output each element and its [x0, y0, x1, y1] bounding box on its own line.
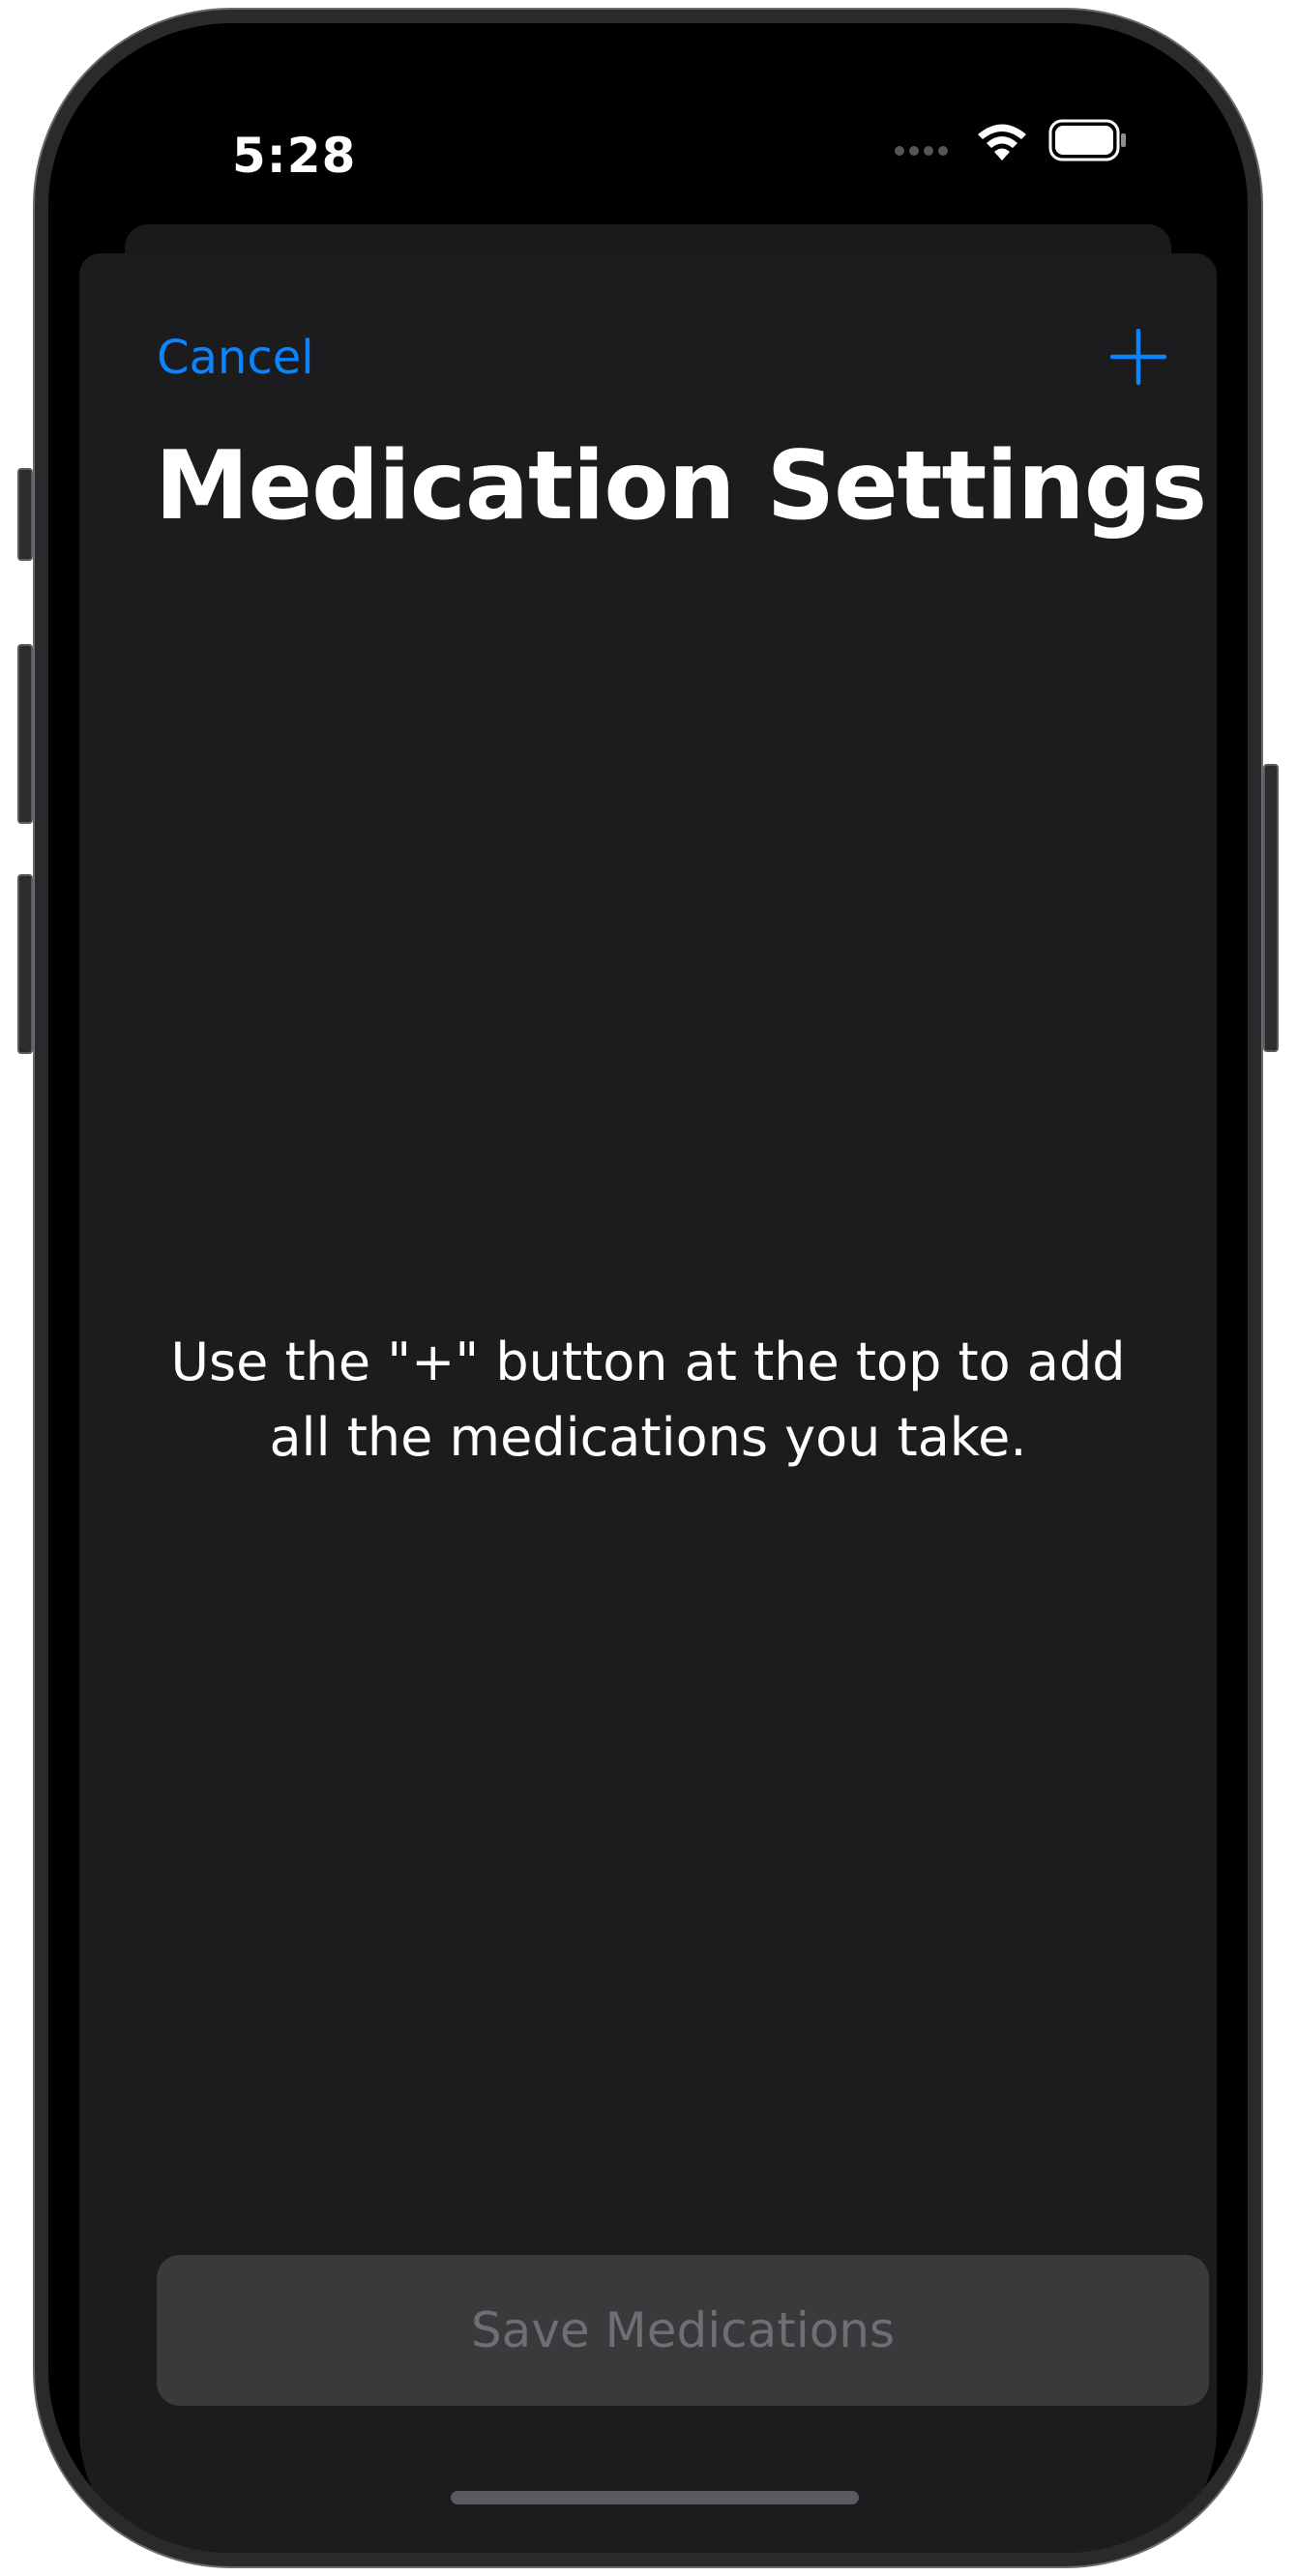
- wifi-icon: [978, 124, 1026, 161]
- cellular-signal-icon: [895, 146, 948, 156]
- battery-icon: [1048, 119, 1126, 161]
- page-title: Medication Settings: [155, 431, 1207, 542]
- device-screen: 5:28 Cancel Medication Settings Use the …: [48, 23, 1248, 2553]
- plus-icon[interactable]: [1110, 329, 1166, 385]
- status-time: 5:28: [232, 128, 357, 184]
- empty-state-message: Use the "+" button at the top to add all…: [170, 1332, 1126, 1468]
- cancel-button[interactable]: Cancel: [157, 331, 314, 385]
- volume-down-button: [17, 874, 33, 1054]
- medication-settings-sheet: Cancel Medication Settings Use the "+" b…: [79, 253, 1217, 2553]
- save-medications-button[interactable]: Save Medications: [157, 2255, 1209, 2406]
- power-button: [1263, 764, 1279, 1052]
- home-indicator[interactable]: [451, 2491, 859, 2504]
- silent-switch: [17, 468, 33, 561]
- volume-up-button: [17, 644, 33, 824]
